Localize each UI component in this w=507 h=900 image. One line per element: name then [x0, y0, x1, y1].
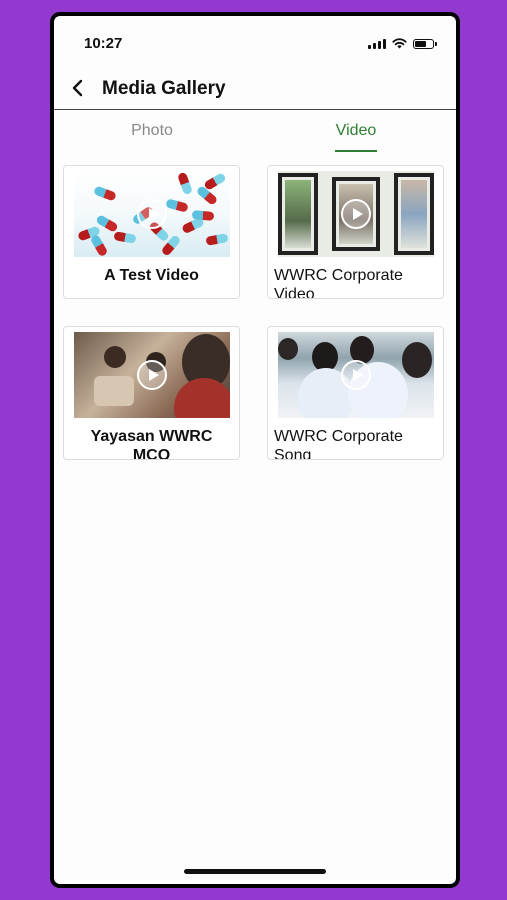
play-icon[interactable] [137, 199, 167, 229]
tab-photo[interactable]: Photo [129, 122, 175, 148]
video-thumbnail [74, 332, 230, 418]
battery-icon [413, 38, 437, 49]
video-thumbnail [278, 332, 434, 418]
video-title: WWRC Corporate Video [274, 267, 403, 299]
video-title: A Test Video [104, 267, 199, 284]
video-card[interactable]: A Test Video [63, 165, 240, 299]
back-chevron-icon[interactable] [64, 74, 92, 102]
video-title: Yayasan WWRC MCO [90, 428, 213, 460]
status-icons [368, 38, 437, 49]
wifi-icon [392, 38, 407, 49]
active-tab-indicator [335, 150, 377, 152]
status-time: 10:27 [84, 35, 123, 52]
video-card[interactable]: Yayasan WWRC MCO [63, 326, 240, 460]
play-icon[interactable] [341, 199, 371, 229]
video-thumbnail [74, 171, 230, 257]
home-indicator[interactable] [184, 869, 326, 874]
navigation-bar: Media Gallery [54, 66, 456, 110]
tab-video[interactable]: Video [334, 122, 379, 148]
app-screen: 10:27 Media Gallery Photo Video A Test V… [54, 16, 456, 884]
video-title: WWRC Corporate Song [274, 428, 403, 460]
video-thumbnail [278, 171, 434, 257]
play-icon[interactable] [341, 360, 371, 390]
page-title: Media Gallery [102, 78, 226, 99]
play-icon[interactable] [137, 360, 167, 390]
phone-frame: 10:27 Media Gallery Photo Video A Test V… [50, 12, 460, 888]
video-card[interactable]: WWRC Corporate Video [267, 165, 444, 299]
media-tabs: Photo Video [54, 110, 456, 150]
video-card[interactable]: WWRC Corporate Song [267, 326, 444, 460]
status-bar: 10:27 [54, 16, 456, 66]
cellular-signal-icon [368, 38, 386, 49]
